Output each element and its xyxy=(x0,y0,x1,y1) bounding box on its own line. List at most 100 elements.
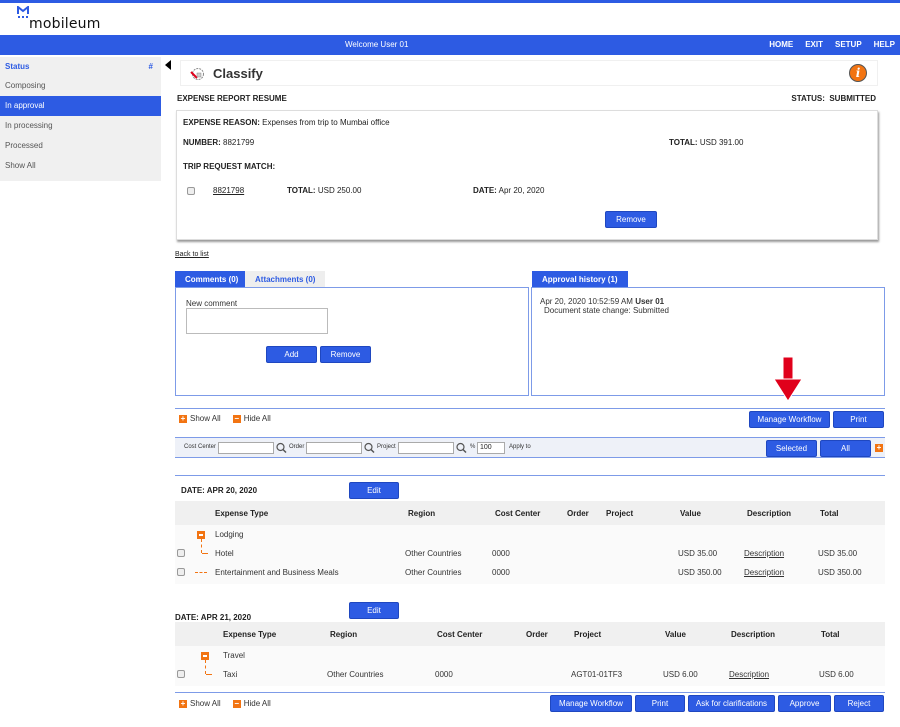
collapse-sidebar-icon[interactable] xyxy=(165,60,171,70)
number-label: NUMBER: xyxy=(183,138,221,147)
cost-center: 0000 xyxy=(492,568,510,577)
col-total: Total xyxy=(821,630,840,639)
col-total: Total xyxy=(820,509,839,518)
hide-all-toggle[interactable]: − Hide All xyxy=(232,699,271,708)
row-checkbox[interactable] xyxy=(177,670,185,678)
show-all-toggle[interactable]: + Show All xyxy=(179,699,221,708)
section-title: EXPENSE REPORT RESUME xyxy=(177,94,287,103)
nav-home-link[interactable]: HOME xyxy=(769,40,793,49)
col-project: Project xyxy=(574,630,602,639)
collapse-category-icon[interactable] xyxy=(197,531,205,539)
apply-selected-button[interactable]: Selected xyxy=(766,440,817,457)
edit-group-button[interactable]: Edit xyxy=(349,482,399,499)
apply-to-label: Apply to xyxy=(509,444,531,450)
expense-reason: EXPENSE REASON: Expenses from trip to Mu… xyxy=(183,118,390,127)
table-header: Expense Type Region Cost Center Order Pr… xyxy=(175,501,885,525)
print-button[interactable]: Print xyxy=(635,695,685,712)
nav-setup-link[interactable]: SETUP xyxy=(835,40,862,49)
manage-workflow-button[interactable]: Manage Workflow xyxy=(550,695,632,712)
nav-help-link[interactable]: HELP xyxy=(874,40,895,49)
number-value: 8821799 xyxy=(223,138,255,147)
trip-total: TOTAL: USD 250.00 xyxy=(287,186,361,195)
search-cost-center-icon[interactable] xyxy=(276,442,287,454)
divider xyxy=(175,408,885,409)
nav-exit-link[interactable]: EXIT xyxy=(805,40,823,49)
order-input[interactable] xyxy=(306,442,362,454)
tab-attachments[interactable]: Attachments (0) xyxy=(245,271,326,288)
search-order-icon[interactable] xyxy=(364,442,375,454)
project: AGT01-01TF3 xyxy=(571,670,623,679)
status-sidebar: Status # Composing In approval In proces… xyxy=(0,57,161,181)
collapse-category-icon[interactable] xyxy=(201,652,209,660)
print-button[interactable]: Print xyxy=(833,411,884,428)
tab-approval-history[interactable]: Approval history (1) xyxy=(532,271,628,288)
cost-center: 0000 xyxy=(435,670,453,679)
red-arrow-indicator-icon xyxy=(773,357,803,402)
new-comment-textarea[interactable] xyxy=(186,308,328,334)
group-date: DATE: APR 21, 2020 xyxy=(175,613,252,622)
row-checkbox[interactable] xyxy=(177,568,185,576)
sidebar-item-in-processing[interactable]: In processing xyxy=(0,116,161,136)
trip-match-label: TRIP REQUEST MATCH: xyxy=(183,162,276,171)
add-comment-button[interactable]: Add xyxy=(266,346,317,363)
category-name: Travel xyxy=(223,651,245,660)
edit-group-button[interactable]: Edit xyxy=(349,602,399,619)
info-icon[interactable]: i xyxy=(849,64,867,82)
category-row: Travel xyxy=(175,646,885,674)
tree-line xyxy=(206,674,212,675)
allocation-filter-bar: Cost Center Order Project % 100 Apply to… xyxy=(175,437,885,458)
approve-button[interactable]: Approve xyxy=(778,695,831,712)
col-expense-type: Expense Type xyxy=(223,630,277,639)
approval-history-panel: Apr 20, 2020 10:52:59 AM User 01 Documen… xyxy=(531,287,885,396)
hide-all-toggle[interactable]: − Hide All xyxy=(232,414,271,423)
sidebar-item-processed[interactable]: Processed xyxy=(0,136,161,156)
project-input[interactable] xyxy=(398,442,454,454)
search-project-icon[interactable] xyxy=(456,442,467,454)
sidebar-item-show-all[interactable]: Show All xyxy=(0,156,161,176)
manage-workflow-button[interactable]: Manage Workflow xyxy=(749,411,830,428)
col-value: Value xyxy=(665,630,686,639)
col-order: Order xyxy=(567,509,589,518)
ask-clarifications-button[interactable]: Ask for clarifications xyxy=(688,695,775,712)
remove-comment-button[interactable]: Remove xyxy=(320,346,371,363)
reject-button[interactable]: Reject xyxy=(834,695,884,712)
description-link[interactable]: Description xyxy=(729,670,769,679)
value: USD 6.00 xyxy=(663,670,698,679)
history-timestamp: Apr 20, 2020 10:52:59 AM xyxy=(540,297,633,306)
page-header: Classify i xyxy=(180,60,878,86)
row-checkbox[interactable] xyxy=(177,549,185,557)
cost-center-input[interactable] xyxy=(218,442,274,454)
col-project: Project xyxy=(606,509,634,518)
show-all-toggle[interactable]: + Show All xyxy=(179,414,221,423)
trip-number-link[interactable]: 8821798 xyxy=(213,186,244,195)
expense-table: Expense Type Region Cost Center Order Pr… xyxy=(175,501,885,584)
cost-center: 0000 xyxy=(492,549,510,558)
minus-icon: − xyxy=(232,414,241,423)
total: USD 350.00 xyxy=(818,568,862,577)
sidebar-title: Status xyxy=(5,62,30,71)
description-link[interactable]: Description xyxy=(744,568,784,577)
sidebar-item-composing[interactable]: Composing xyxy=(0,76,161,96)
page-title: Classify xyxy=(213,66,263,81)
back-to-list-link[interactable]: Back to list xyxy=(175,251,209,258)
percent-input[interactable]: 100 xyxy=(477,442,505,454)
history-entry: Apr 20, 2020 10:52:59 AM User 01 Documen… xyxy=(540,297,669,315)
remove-trip-button[interactable]: Remove xyxy=(605,211,657,228)
col-region: Region xyxy=(330,630,358,639)
expand-filter-icon[interactable]: + xyxy=(875,444,883,452)
trip-total-label: TOTAL: xyxy=(287,186,316,195)
total-label: TOTAL: xyxy=(669,138,698,147)
trip-checkbox[interactable] xyxy=(187,187,195,195)
history-user: User 01 xyxy=(635,297,665,306)
expense-table: Expense Type Region Cost Center Order Pr… xyxy=(175,622,885,686)
sidebar-item-in-approval[interactable]: In approval xyxy=(0,96,161,116)
tab-comments[interactable]: Comments (0) xyxy=(175,271,249,288)
description-link[interactable]: Description xyxy=(744,549,784,558)
col-description: Description xyxy=(731,630,776,639)
total-value: USD 391.00 xyxy=(699,138,744,147)
pin-icon[interactable]: # xyxy=(149,62,153,71)
brand-name: mobileum xyxy=(29,16,101,32)
col-cost-center: Cost Center xyxy=(437,630,483,639)
history-text: Document state change: Submitted xyxy=(544,306,669,315)
apply-all-button[interactable]: All xyxy=(820,440,871,457)
